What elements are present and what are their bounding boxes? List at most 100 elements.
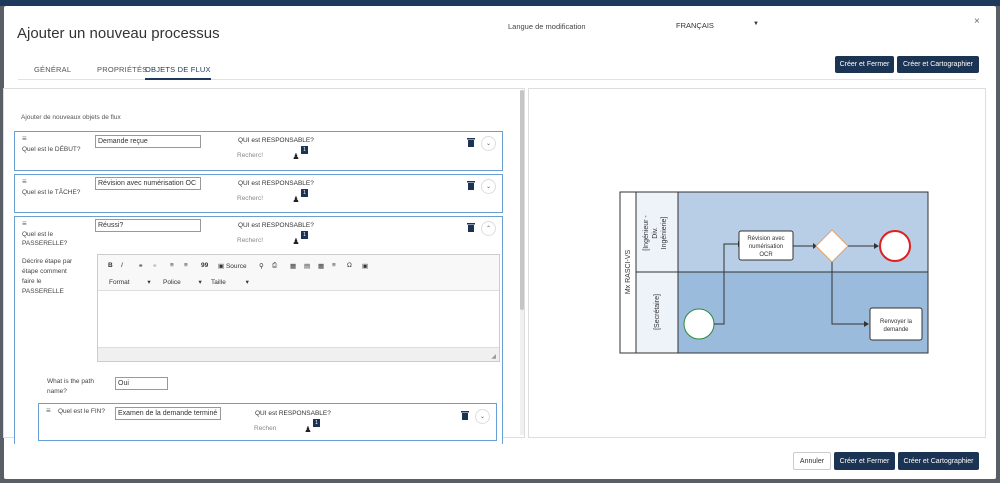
source-label: Source bbox=[225, 263, 247, 270]
start-event[interactable] bbox=[683, 308, 715, 340]
responsible-search[interactable]: Rechen bbox=[254, 425, 276, 432]
end-input[interactable]: Examen de la demande terminé bbox=[115, 407, 221, 420]
chevron-up-icon[interactable]: ⌃ bbox=[481, 221, 496, 236]
scrollbar-thumb[interactable] bbox=[520, 90, 524, 310]
special-char-button[interactable]: Ω bbox=[347, 262, 352, 269]
drag-handle-icon[interactable]: ≡ bbox=[22, 177, 27, 186]
trash-icon[interactable] bbox=[467, 222, 475, 232]
trash-icon[interactable] bbox=[467, 137, 475, 147]
task-review-label-2: numérisation bbox=[749, 244, 783, 250]
count-badge: 1 bbox=[301, 189, 308, 197]
resize-handle-icon[interactable]: ◢ bbox=[491, 353, 496, 360]
horizontal-rule-icon[interactable]: ≡ bbox=[332, 262, 336, 269]
tab-general[interactable]: GÉNÉRAL bbox=[34, 65, 71, 74]
end-card bbox=[38, 403, 497, 441]
responsible-search[interactable]: Recherc! bbox=[237, 152, 263, 159]
lane-secretary-label: [Secrétaire] bbox=[654, 294, 661, 330]
chevron-down-icon[interactable]: ⌄ bbox=[475, 409, 490, 424]
font-label: Police bbox=[163, 279, 181, 286]
cancel-button[interactable]: Annuler bbox=[793, 452, 831, 470]
task-return-label-1: Renvoyer la bbox=[880, 319, 913, 325]
link-icon[interactable]: ⚭ bbox=[138, 262, 143, 270]
editor-toolbar: B I ⚭ ⚭ ≡ ≡ 99 ▣ Source ⚲ ⎙ ▦ ▤ ▦ ≡ Ω ▣ … bbox=[98, 255, 499, 291]
gateway-question-line2: PASSERELLE? bbox=[22, 240, 68, 247]
end-event[interactable] bbox=[879, 230, 911, 262]
editor-footer: ◢ bbox=[98, 347, 499, 361]
find-icon[interactable]: ⚲ bbox=[259, 262, 264, 270]
start-question: Quel est le DÉBUT? bbox=[22, 146, 81, 153]
tab-properties[interactable]: PROPRIÉTÉS bbox=[97, 65, 147, 74]
count-badge: 1 bbox=[313, 419, 320, 427]
describe-label-2: étape comment bbox=[22, 268, 67, 275]
path-name-label-1: What is the path bbox=[47, 378, 94, 385]
font-dropdown[interactable]: Police ▾ bbox=[163, 278, 202, 286]
path-name-label-2: name? bbox=[47, 388, 67, 395]
unlink-icon[interactable]: ⚭ bbox=[152, 262, 157, 270]
task-return-label-2: demande bbox=[883, 327, 909, 333]
format-caret-icon: ▾ bbox=[147, 279, 151, 286]
task-review-label-1: Révision avec bbox=[747, 236, 784, 242]
media-icon[interactable]: ▣ bbox=[362, 262, 368, 270]
language-label: Langue de modification bbox=[508, 22, 586, 31]
size-label: Taille bbox=[211, 279, 226, 286]
size-caret-icon: ▾ bbox=[245, 279, 249, 286]
describe-label-4: PASSERELLE bbox=[22, 288, 64, 295]
caret-down-icon[interactable]: ▼ bbox=[753, 21, 759, 27]
bpmn-diagram: Mx RASCI-VS [Ingénieur - Div. Ingénierie… bbox=[619, 191, 929, 354]
end-question: Quel est le FIN? bbox=[58, 408, 105, 415]
bold-button[interactable]: B bbox=[108, 262, 113, 269]
drag-handle-icon[interactable]: ≡ bbox=[22, 134, 27, 143]
trash-icon[interactable] bbox=[467, 180, 475, 190]
trash-icon[interactable] bbox=[461, 410, 469, 420]
responsible-label: QUI est RESPONSABLE? bbox=[238, 222, 314, 229]
table-icon[interactable]: ▦ bbox=[318, 262, 324, 270]
flash-icon[interactable]: ▤ bbox=[304, 262, 310, 270]
close-icon[interactable]: × bbox=[974, 16, 980, 27]
lane-engineer-label-2: Div. bbox=[652, 227, 659, 239]
count-badge: 1 bbox=[301, 146, 308, 154]
image-icon[interactable]: ▦ bbox=[290, 262, 296, 270]
describe-label-3: faire le bbox=[22, 278, 42, 285]
count-badge: 1 bbox=[301, 231, 308, 239]
blockquote-button[interactable]: 99 bbox=[201, 262, 208, 269]
responsible-label: QUI est RESPONSABLE? bbox=[238, 180, 314, 187]
create-map-button[interactable]: Créer et Cartographier bbox=[898, 452, 979, 470]
font-caret-icon: ▾ bbox=[198, 279, 202, 286]
rich-text-editor[interactable]: B I ⚭ ⚭ ≡ ≡ 99 ▣ Source ⚲ ⎙ ▦ ▤ ▦ ≡ Ω ▣ … bbox=[97, 254, 500, 362]
start-input[interactable]: Demande reçue bbox=[95, 135, 201, 148]
pool-label: Mx RASCI-VS bbox=[625, 250, 632, 295]
responsible-search[interactable]: Recherc! bbox=[237, 195, 263, 202]
lane-engineer-label-1: [Ingénieur - bbox=[643, 215, 650, 251]
format-dropdown[interactable]: Format ▾ bbox=[109, 278, 151, 286]
drag-handle-icon[interactable]: ≡ bbox=[22, 219, 27, 228]
section-title: Ajouter de nouveaux objets de flux bbox=[21, 114, 121, 121]
describe-label-1: Décrire étape par bbox=[22, 258, 73, 265]
lane-engineer-label-3: Ingénierie] bbox=[661, 217, 668, 250]
responsible-label: QUI est RESPONSABLE? bbox=[238, 137, 314, 144]
task-review-label-3: OCR bbox=[759, 252, 773, 258]
language-select[interactable]: FRANÇAIS bbox=[676, 21, 714, 30]
format-label: Format bbox=[109, 279, 130, 286]
chevron-down-icon[interactable]: ⌄ bbox=[481, 136, 496, 151]
page-title: Ajouter un nouveau processus bbox=[17, 25, 220, 42]
task-question: Quel est le TÂCHE? bbox=[22, 189, 81, 196]
numbered-list-icon[interactable]: ≡ bbox=[170, 262, 174, 269]
task-input[interactable]: Révision avec numérisation OC bbox=[95, 177, 201, 190]
responsible-label: QUI est RESPONSABLE? bbox=[255, 410, 331, 417]
create-close-button[interactable]: Créer et Fermer bbox=[834, 452, 895, 470]
bulleted-list-icon[interactable]: ≡ bbox=[184, 262, 188, 269]
print-icon[interactable]: ⎙ bbox=[272, 262, 277, 270]
chevron-down-icon[interactable]: ⌄ bbox=[481, 179, 496, 194]
tab-bar: GÉNÉRAL PROPRIÉTÉS OBJETS DE FLUX bbox=[18, 62, 976, 80]
tab-flow-objects[interactable]: OBJETS DE FLUX bbox=[145, 65, 211, 80]
italic-button[interactable]: I bbox=[121, 262, 123, 269]
size-dropdown[interactable]: Taille ▾ bbox=[211, 278, 249, 286]
gateway-input[interactable]: Réussi? bbox=[95, 219, 201, 232]
create-map-button-top[interactable]: Créer et Cartographier bbox=[897, 56, 979, 73]
create-close-button-top[interactable]: Créer et Fermer bbox=[835, 56, 894, 73]
source-button[interactable]: ▣ Source bbox=[218, 262, 247, 270]
drag-handle-icon[interactable]: ≡ bbox=[46, 406, 51, 415]
responsible-search[interactable]: Recherc! bbox=[237, 237, 263, 244]
source-icon: ▣ bbox=[218, 263, 225, 270]
path-name-input[interactable]: Oui bbox=[115, 377, 168, 390]
